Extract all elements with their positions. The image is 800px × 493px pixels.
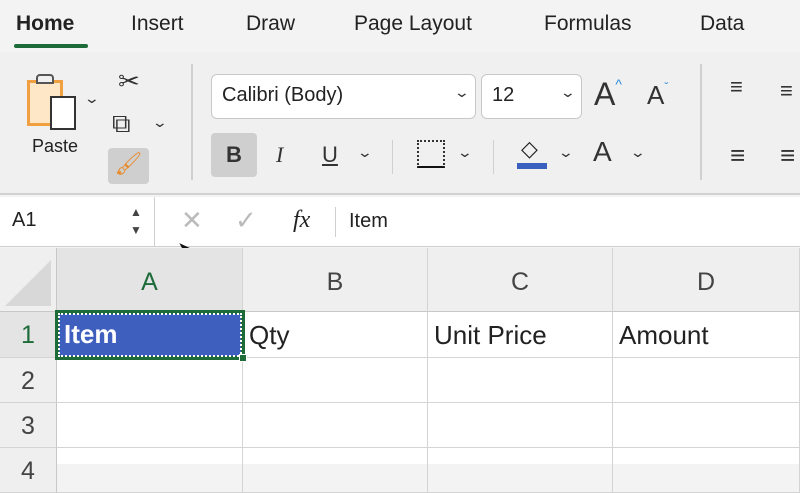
align-left-icon[interactable]: ≡ (730, 140, 745, 171)
format-painter-brush-icon[interactable]: 🖌 (108, 148, 149, 184)
font-size-chevron-icon[interactable]: ⌄ (560, 84, 576, 101)
font-size-value: 12 (492, 84, 515, 106)
font-color-button[interactable]: A (593, 136, 612, 168)
divider (493, 140, 494, 174)
cell-d2[interactable] (613, 358, 800, 403)
cell-a1-selected[interactable]: Item (55, 310, 245, 360)
underline-chevron-icon[interactable]: ⌄ (357, 144, 373, 161)
column-header-c[interactable]: C (428, 248, 613, 312)
spreadsheet-grid: A B C D 1 2 3 4 Qty Unit Price Amount It… (0, 248, 800, 493)
cell-a2[interactable] (57, 358, 243, 403)
cell-a3[interactable] (57, 403, 243, 448)
name-box-value: A1 (12, 209, 37, 231)
cell-c3[interactable] (428, 403, 613, 448)
row-header-3[interactable]: 3 (0, 403, 57, 448)
bold-button[interactable]: B (211, 133, 257, 177)
active-tab-indicator (14, 44, 88, 48)
row-header-4[interactable]: 4 (0, 448, 57, 493)
italic-button[interactable]: I (276, 142, 283, 168)
cell-b1[interactable]: Qty (243, 312, 428, 358)
align-center-icon[interactable]: ≡ (780, 140, 795, 171)
paste-label: Paste (32, 136, 79, 156)
cell-b2[interactable] (243, 358, 428, 403)
column-header-a[interactable]: A (57, 248, 243, 312)
fill-color-chevron-icon[interactable]: ⌄ (558, 144, 574, 161)
ribbon: ⌄ Paste ✂ ⧉ ⌄ 🖌 Calibri (Body) ⌄ 12 ⌄ A^… (0, 52, 800, 195)
cell-c4[interactable] (428, 448, 613, 493)
cell-c1[interactable]: Unit Price (428, 312, 613, 358)
enter-check-icon[interactable]: ✓ (235, 205, 257, 236)
fill-handle[interactable] (239, 354, 247, 362)
borders-icon[interactable] (417, 140, 445, 168)
cell-c2[interactable] (428, 358, 613, 403)
align-middle-icon[interactable]: ≡ (780, 78, 793, 104)
cut-scissors-icon[interactable]: ✂ (118, 66, 140, 97)
cell-a4[interactable] (57, 448, 243, 493)
tab-data[interactable]: Data (700, 12, 744, 36)
copy-icon[interactable]: ⧉ (112, 108, 131, 140)
row-header-2[interactable]: 2 (0, 358, 57, 403)
cell-a1-value: Item (64, 319, 118, 349)
insert-function-fx-button[interactable]: fx (293, 207, 310, 234)
divider (191, 64, 193, 180)
cell-b4[interactable] (243, 448, 428, 493)
divider (392, 140, 393, 174)
row-header-1[interactable]: 1 (0, 312, 57, 358)
cell-b3[interactable] (243, 403, 428, 448)
tab-insert[interactable]: Insert (131, 12, 184, 36)
font-name-select[interactable]: Calibri (Body) (211, 74, 476, 119)
font-name-value: Calibri (Body) (222, 84, 344, 106)
divider (700, 64, 702, 180)
font-name-chevron-icon[interactable]: ⌄ (454, 84, 470, 101)
cell-d3[interactable] (613, 403, 800, 448)
cell-d4[interactable] (613, 448, 800, 493)
decrease-font-size-button[interactable]: Aˇ (647, 80, 668, 111)
paste-button[interactable] (24, 70, 88, 134)
fill-color-bucket-icon[interactable]: ◇ (521, 136, 538, 162)
tab-home[interactable]: Home (16, 12, 74, 36)
cell-d1[interactable]: Amount (613, 312, 800, 358)
tab-page-layout[interactable]: Page Layout (354, 12, 472, 36)
fill-color-swatch (517, 163, 547, 169)
borders-chevron-icon[interactable]: ⌄ (457, 144, 473, 161)
column-header-d[interactable]: D (613, 248, 800, 312)
increase-font-size-button[interactable]: A^ (594, 76, 622, 113)
paste-options-chevron-icon[interactable]: ⌄ (84, 90, 100, 107)
formula-input[interactable]: Item (349, 210, 388, 233)
copy-options-chevron-icon[interactable]: ⌄ (152, 114, 168, 131)
tab-formulas[interactable]: Formulas (544, 12, 632, 36)
align-top-icon[interactable]: ≡ (730, 74, 743, 100)
select-all-button[interactable] (0, 248, 57, 312)
font-color-chevron-icon[interactable]: ⌄ (630, 144, 646, 161)
column-header-b[interactable]: B (243, 248, 428, 312)
underline-button[interactable]: U (322, 142, 338, 168)
tab-draw[interactable]: Draw (246, 12, 295, 36)
cancel-x-icon[interactable]: ✕ (181, 205, 203, 236)
formula-bar: A1 ▲▼ ✕ ✓ fx Item ➤ (0, 197, 800, 269)
name-box-stepper-icon[interactable]: ▲ ▼ (130, 203, 142, 239)
